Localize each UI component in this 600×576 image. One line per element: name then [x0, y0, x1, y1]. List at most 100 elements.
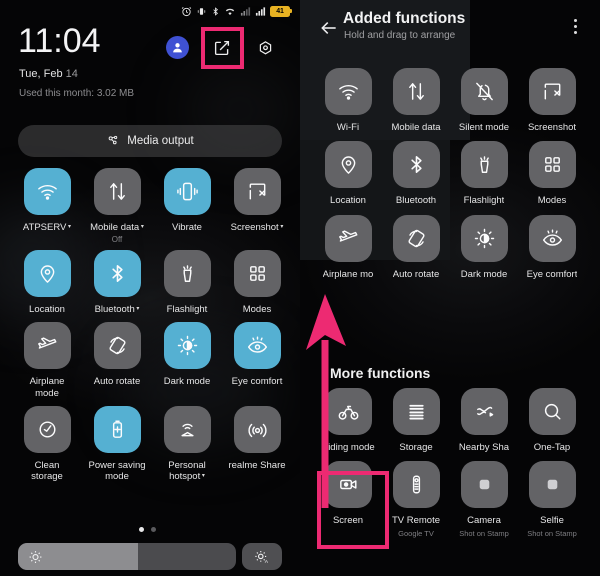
edit-button[interactable] — [209, 35, 235, 61]
shade-page-indicator[interactable] — [139, 527, 156, 532]
function-tile-auto-rotate[interactable]: Auto rotate — [382, 214, 450, 280]
location-icon[interactable] — [324, 141, 372, 189]
function-tile-nearby-sha[interactable]: Nearby Sha — [450, 388, 518, 453]
function-tile-camera[interactable]: Camera Shot on Stamp — [450, 461, 518, 538]
wifi-icon[interactable] — [324, 68, 372, 115]
quick-settings-shade: 41 11:04 Tue, Feb 14 Used this month: 3.… — [0, 0, 300, 576]
chevron-down-icon[interactable]: ▾ — [139, 224, 144, 230]
function-tile-modes[interactable]: Modes — [518, 141, 586, 206]
chevron-down-icon[interactable]: ▾ — [200, 473, 205, 479]
quick-tile-label: Modes — [242, 303, 272, 315]
settings-button[interactable] — [252, 35, 278, 61]
avatar[interactable] — [166, 36, 189, 59]
chevron-down-icon[interactable]: ▾ — [66, 224, 71, 230]
function-tile-airplane-mo[interactable]: Airplane mo — [314, 214, 382, 280]
function-tile-eye-comfort[interactable]: Eye comfort — [518, 214, 586, 280]
function-tile-screen[interactable]: Screen — [314, 461, 382, 537]
quick-tile-location[interactable]: Location — [12, 249, 82, 316]
function-tile-mobile-data[interactable]: Mobile data — [382, 68, 450, 133]
tv-remote-icon[interactable] — [392, 461, 440, 509]
quick-tile-vibrate[interactable]: Vibrate — [152, 168, 222, 244]
auto-rotate-icon[interactable] — [392, 214, 440, 262]
riding-mode-icon[interactable] — [324, 388, 372, 435]
quick-tile-modes[interactable]: Modes — [222, 249, 292, 316]
quick-tile-power-saving-mode[interactable]: Power saving mode — [82, 405, 152, 484]
eye-comfort-icon[interactable] — [528, 214, 576, 262]
gear-icon — [259, 40, 271, 54]
function-tile-tv-remote[interactable]: TV Remote Google TV — [382, 461, 450, 538]
quick-tile-eye-comfort[interactable]: Eye comfort — [222, 321, 292, 400]
page-dot[interactable] — [139, 527, 144, 532]
vibrate-icon[interactable] — [163, 168, 211, 215]
quick-tile-atpserv[interactable]: ATPSERV ▾ — [12, 168, 82, 244]
screenshot-icon[interactable] — [233, 168, 281, 215]
location-icon[interactable] — [23, 249, 71, 297]
camera-icon[interactable] — [460, 461, 508, 509]
auto-rotate-icon[interactable] — [93, 321, 141, 369]
quick-tile-realme-share[interactable]: realme Share — [222, 405, 292, 484]
dark-mode-icon[interactable] — [460, 214, 508, 262]
realme-share-icon[interactable] — [233, 405, 281, 453]
clean-storage-icon[interactable] — [23, 405, 71, 453]
overflow-menu-button[interactable] — [564, 14, 586, 38]
chevron-down-icon[interactable]: ▾ — [279, 224, 283, 230]
media-output-button[interactable]: Media output — [18, 125, 282, 157]
flashlight-icon[interactable] — [163, 249, 211, 297]
function-tile-flashlight[interactable]: Flashlight — [450, 141, 518, 206]
function-tile-silent-mode[interactable]: Silent mode — [450, 68, 518, 133]
function-tile-wi-fi[interactable]: Wi-Fi — [314, 68, 382, 133]
quick-tile-mobile-data[interactable]: Mobile data ▾ Off — [82, 168, 152, 244]
airplane-icon[interactable] — [324, 214, 372, 262]
back-button[interactable] — [316, 15, 342, 41]
airplane-icon[interactable] — [23, 321, 71, 369]
auto-brightness-icon: A — [255, 550, 269, 565]
bluetooth-icon[interactable] — [392, 141, 440, 189]
quick-tile-label: Vibrate — [172, 222, 202, 233]
flashlight-icon[interactable] — [460, 141, 508, 189]
power-saving-icon[interactable] — [93, 405, 141, 453]
storage-icon[interactable] — [392, 388, 440, 435]
function-tile-bluetooth[interactable]: Bluetooth — [382, 141, 450, 206]
auto-brightness-button[interactable]: A — [242, 543, 282, 570]
wifi-icon[interactable] — [23, 168, 71, 215]
silent-mode-icon[interactable] — [460, 68, 508, 115]
function-tile-dark-mode[interactable]: Dark mode — [450, 214, 518, 280]
search-icon[interactable] — [528, 388, 576, 435]
chevron-down-icon[interactable]: ▾ — [135, 306, 139, 312]
eye-comfort-icon[interactable] — [233, 321, 281, 369]
quick-tile-flashlight[interactable]: Flashlight — [152, 249, 222, 316]
function-tile-storage[interactable]: Storage — [382, 388, 450, 453]
quick-tile-label: Mobile data ▾ — [90, 222, 144, 233]
quick-tile-label: Location — [29, 303, 65, 315]
function-tile-riding-mode[interactable]: Riding mode — [314, 388, 382, 453]
screenshot-icon[interactable] — [528, 68, 576, 115]
hotspot-icon[interactable] — [163, 405, 211, 453]
screen-recording-icon[interactable] — [324, 461, 372, 509]
quick-tile-screenshot[interactable]: Screenshot ▾ — [222, 168, 292, 244]
mobile-data-icon[interactable] — [392, 68, 440, 115]
dark-mode-icon[interactable] — [163, 321, 211, 369]
quick-tile-sublabel: Off — [111, 234, 123, 244]
overflow-menu-icon — [573, 30, 577, 34]
function-tile-sublabel: Shot on Stamp — [527, 528, 577, 538]
brightness-slider[interactable] — [18, 543, 236, 570]
quick-tile-airplane-mode[interactable]: Airplane mode — [12, 321, 82, 400]
function-tile-selfie[interactable]: Selfie Shot on Stamp — [518, 461, 586, 538]
modes-icon[interactable] — [528, 141, 576, 189]
modes-icon[interactable] — [233, 249, 281, 297]
nearby-share-icon[interactable] — [460, 388, 508, 435]
mobile-data-icon[interactable] — [93, 168, 141, 215]
quick-tile-bluetooth[interactable]: Bluetooth ▾ — [82, 249, 152, 316]
page-dot[interactable] — [151, 527, 156, 532]
quick-tile-clean-storage[interactable]: Clean storage — [12, 405, 82, 484]
quick-tile-personal-hotspot[interactable]: Personal hotspot ▾ — [152, 405, 222, 484]
selfie-icon[interactable] — [528, 461, 576, 509]
quick-tile-label: realme Share — [228, 459, 286, 471]
function-tile-one-tap[interactable]: One-Tap — [518, 388, 586, 453]
quick-tile-auto-rotate[interactable]: Auto rotate — [82, 321, 152, 400]
function-tile-location[interactable]: Location — [314, 141, 382, 206]
signal-1-icon — [240, 6, 251, 16]
quick-tile-dark-mode[interactable]: Dark mode — [152, 321, 222, 400]
bluetooth-icon[interactable] — [93, 249, 141, 297]
function-tile-screenshot[interactable]: Screenshot — [518, 68, 586, 133]
